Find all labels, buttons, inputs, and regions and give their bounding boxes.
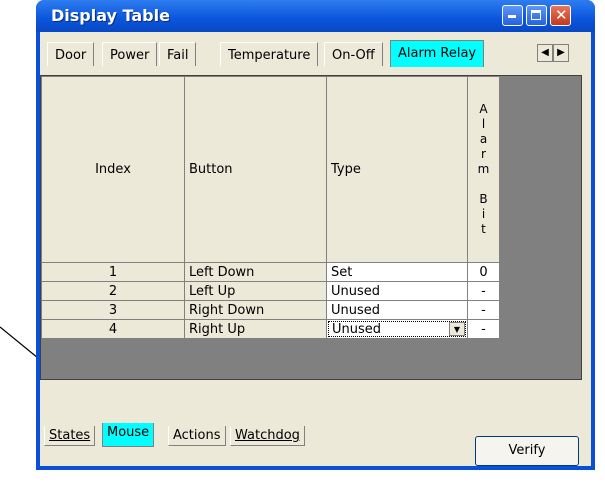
cell-index: 1 <box>41 262 185 282</box>
verify-button[interactable]: Verify <box>475 436 579 466</box>
table-header-row: Index Button Type A l a r m B i t <box>41 76 500 263</box>
cell-button: Right Up <box>184 319 327 339</box>
cell-alarm-bit[interactable]: - <box>467 300 500 320</box>
header-button[interactable]: Button <box>184 76 327 263</box>
close-icon: ✕ <box>555 6 568 24</box>
header-type[interactable]: Type <box>326 76 468 263</box>
table-row: 1 Left Down Set 0 <box>41 262 500 282</box>
tab-on-off[interactable]: On-Off <box>324 42 383 66</box>
table-row: 4 Right Up Unused ▼ - <box>41 319 500 339</box>
tab-watchdog-label: Watchdog <box>235 428 300 443</box>
cell-index: 2 <box>41 281 185 301</box>
tab-power[interactable]: Power <box>102 42 158 66</box>
tab-fail[interactable]: Fail <box>159 42 197 66</box>
cell-type[interactable]: Unused <box>326 300 468 320</box>
tab-states-label: States <box>49 428 91 443</box>
tab-scroll-right-button[interactable]: ▶ <box>553 44 569 62</box>
tab-mouse[interactable]: Mouse <box>102 423 155 447</box>
close-button[interactable]: ✕ <box>550 5 571 26</box>
tab-scroll-left-button[interactable]: ◀ <box>537 44 553 62</box>
tab-actions[interactable]: Actions <box>168 426 226 446</box>
cell-index: 4 <box>41 319 185 339</box>
tab-door[interactable]: Door <box>47 42 95 66</box>
type-dropdown-value: Unused <box>332 322 382 337</box>
cell-alarm-bit[interactable]: - <box>467 281 500 301</box>
table-row: 3 Right Down Unused - <box>41 300 500 320</box>
tab-temperature[interactable]: Temperature <box>220 42 319 66</box>
cell-type[interactable]: Set <box>326 262 468 282</box>
tab-alarm-relay[interactable]: Alarm Relay <box>390 40 485 67</box>
grid-area: Index Button Type A l a r m B i t 1 Left… <box>40 75 582 380</box>
title-bar[interactable]: Display Table ✕ <box>36 0 595 32</box>
type-dropdown[interactable]: Unused ▼ <box>328 321 466 337</box>
tab-actions-label: Actions <box>173 428 221 443</box>
cell-button: Right Down <box>184 300 327 320</box>
maximize-button[interactable] <box>526 5 547 26</box>
header-index[interactable]: Index <box>41 76 185 263</box>
cell-type[interactable]: Unused <box>326 281 468 301</box>
cell-button: Left Up <box>184 281 327 301</box>
window-title: Display Table <box>51 6 170 25</box>
type-dropdown-cell[interactable]: Unused ▼ <box>326 319 468 339</box>
cell-alarm-bit[interactable]: - <box>467 319 500 339</box>
maximize-icon <box>531 10 541 20</box>
cell-alarm-bit[interactable]: 0 <box>467 262 500 282</box>
minimize-icon <box>508 15 516 18</box>
header-alarm-bit[interactable]: A l a r m B i t <box>467 76 500 263</box>
minimize-button[interactable] <box>502 5 523 26</box>
table-row: 2 Left Up Unused - <box>41 281 500 301</box>
alarm-relay-table: Index Button Type A l a r m B i t 1 Left… <box>41 76 500 339</box>
tab-mouse-label: Mouse <box>107 425 150 440</box>
tab-states[interactable]: States <box>44 426 96 446</box>
tab-watchdog[interactable]: Watchdog <box>230 426 305 446</box>
cell-button: Left Down <box>184 262 327 282</box>
chevron-down-icon[interactable]: ▼ <box>449 322 465 336</box>
cell-index: 3 <box>41 300 185 320</box>
